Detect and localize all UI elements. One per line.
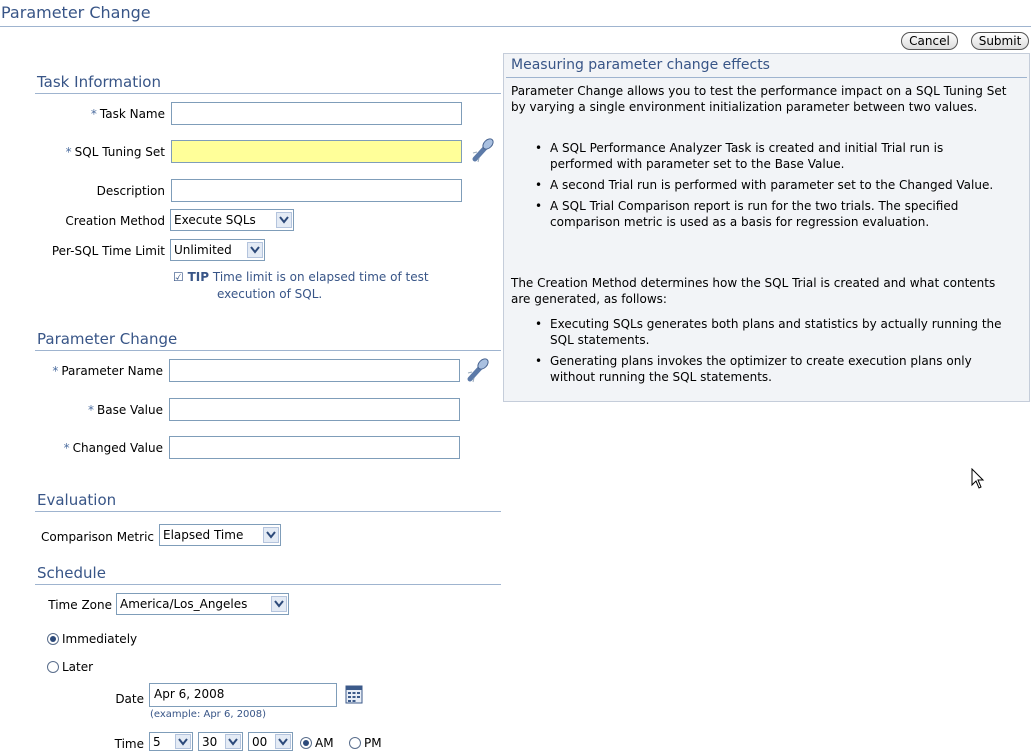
help-intro-2: The Creation Method determines how the S… (511, 276, 996, 306)
help-bullets-2: Executing SQLs generates both plans and … (533, 316, 1005, 390)
second-select[interactable]: 00 (248, 732, 293, 751)
mouse-cursor-icon (971, 467, 985, 490)
tip-message-line2: execution of SQL. (217, 287, 323, 301)
parameter-name-input[interactable] (169, 359, 460, 382)
task-name-input[interactable] (171, 102, 462, 125)
radio-unselected-icon[interactable] (349, 737, 361, 749)
required-icon: * (63, 441, 70, 455)
title-divider (0, 26, 1031, 27)
description-input[interactable] (171, 179, 462, 202)
help-intro: Parameter Change allows you to test the … (511, 84, 1007, 114)
radio-selected-icon[interactable] (47, 633, 59, 645)
am-label: AM (315, 736, 334, 750)
chevron-down-icon (175, 734, 191, 749)
list-item: A SQL Performance Analyzer Task is creat… (533, 140, 1005, 172)
creation-method-select[interactable]: Execute SQLs (170, 209, 294, 231)
section-divider (35, 350, 501, 351)
comparison-metric-select[interactable]: Elapsed Time (159, 524, 281, 546)
list-item: A second Trial run is performed with par… (533, 177, 1005, 193)
help-divider (506, 77, 1027, 78)
chevron-down-icon (263, 527, 279, 543)
base-value-input[interactable] (169, 398, 460, 421)
section-header-parameter-change: Parameter Change (37, 330, 178, 348)
pm-option[interactable]: PM (349, 736, 382, 750)
radio-unselected-icon[interactable] (47, 661, 59, 673)
list-item: Generating plans invokes the optimizer t… (533, 353, 1005, 385)
chevron-down-icon (271, 596, 287, 612)
hour-select[interactable]: 5 (149, 732, 193, 751)
section-header-task-information: Task Information (37, 73, 161, 91)
section-header-evaluation: Evaluation (37, 491, 117, 509)
time-limit-select[interactable]: Unlimited (170, 239, 265, 261)
required-icon: * (88, 403, 94, 417)
minute-select[interactable]: 30 (198, 732, 243, 751)
submit-button[interactable]: Submit (971, 32, 1029, 50)
sql-tuning-set-label: * SQL Tuning Set (65, 145, 165, 159)
changed-value-label: * Changed Value (63, 441, 163, 455)
base-value-label: * Base Value (88, 403, 163, 417)
date-example-hint: (example: Apr 6, 2008) (150, 709, 267, 720)
description-label: Description (96, 184, 165, 198)
required-icon: * (90, 107, 97, 121)
help-bullets-1: A SQL Performance Analyzer Task is creat… (533, 140, 1005, 235)
section-divider (35, 584, 501, 585)
chevron-down-icon (276, 212, 292, 228)
list-item: A SQL Trial Comparison report is run for… (533, 198, 1005, 230)
cancel-button[interactable]: Cancel (901, 32, 958, 50)
list-item: Executing SQLs generates both plans and … (533, 316, 1005, 348)
later-label: Later (62, 660, 94, 674)
chevron-down-icon (275, 734, 291, 749)
chevron-down-icon (247, 242, 263, 258)
required-icon: * (52, 364, 59, 378)
radio-selected-icon[interactable] (300, 737, 312, 749)
required-icon: * (65, 145, 72, 159)
changed-value-input[interactable] (169, 436, 460, 459)
calendar-icon[interactable] (345, 684, 363, 704)
tip-message: ☑ TIP Time limit is on elapsed time of t… (173, 270, 429, 284)
flashlight-search-icon[interactable] (466, 355, 492, 383)
am-option[interactable]: AM (300, 736, 334, 750)
comparison-metric-label: Comparison Metric (41, 530, 154, 544)
date-input[interactable]: Apr 6, 2008 (149, 683, 337, 707)
time-zone-label: Time Zone (48, 598, 112, 612)
time-zone-select[interactable]: America/Los_Angeles (116, 593, 289, 615)
schedule-later-option[interactable]: Later (47, 660, 93, 674)
section-divider (35, 511, 501, 512)
help-title: Measuring parameter change effects (511, 57, 770, 73)
chevron-down-icon (225, 734, 241, 749)
help-panel: Measuring parameter change effects Param… (503, 53, 1030, 402)
date-label: Date (115, 692, 144, 706)
time-label: Time (114, 737, 144, 751)
immediately-label: Immediately (62, 632, 138, 646)
sql-tuning-set-input[interactable] (171, 140, 462, 163)
creation-method-label: Creation Method (65, 214, 165, 228)
section-divider (35, 93, 501, 94)
time-limit-label: Per-SQL Time Limit (51, 244, 165, 258)
parameter-name-label: * Parameter Name (52, 364, 163, 378)
page-title: Parameter Change (1, 3, 151, 22)
schedule-immediately-option[interactable]: Immediately (47, 632, 137, 646)
pm-label: PM (364, 736, 382, 750)
flashlight-search-icon[interactable] (471, 135, 497, 163)
section-header-schedule: Schedule (37, 564, 106, 582)
checkmark-icon: ☑ (173, 270, 184, 284)
task-name-label: * Task Name (90, 107, 165, 121)
